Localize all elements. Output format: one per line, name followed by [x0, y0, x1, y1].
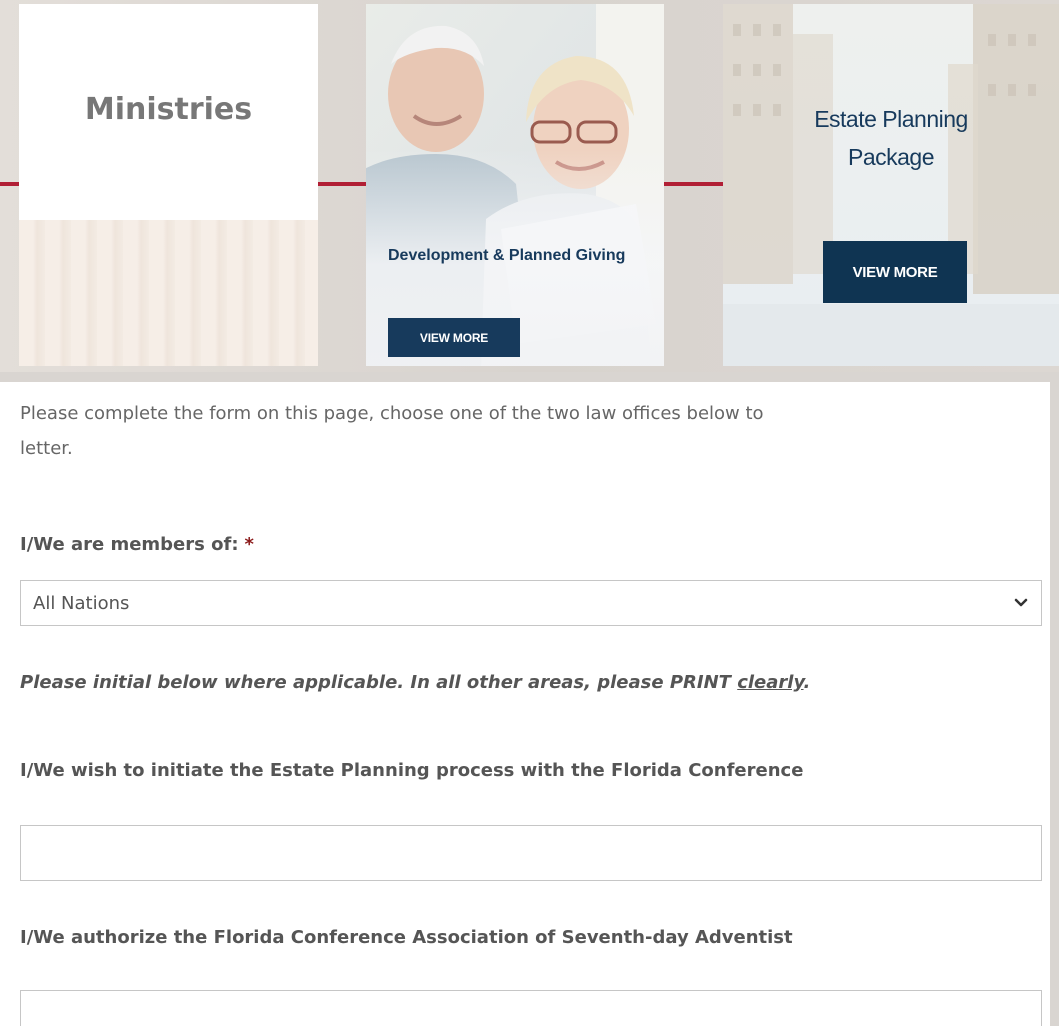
- note-text: Please initial below where applicable. I…: [20, 672, 738, 693]
- form-intro-line1: Please complete the form on this page, c…: [20, 403, 764, 424]
- divider-line: [0, 182, 19, 186]
- planned-giving-card[interactable]: Development & Planned Giving VIEW MORE: [366, 4, 664, 366]
- form-intro-line2: letter.: [20, 438, 73, 459]
- authorize-input[interactable]: [20, 990, 1042, 1026]
- authorize-label: I/We authorize the Florida Conference As…: [20, 927, 793, 948]
- initiate-label: I/We wish to initiate the Estate Plannin…: [20, 760, 804, 781]
- divider-line: [664, 182, 723, 186]
- card-background-image: [19, 220, 318, 366]
- note-emphasis: clearly: [737, 672, 804, 693]
- estate-planning-view-more-button[interactable]: VIEW MORE: [823, 241, 967, 303]
- estate-planning-title-line2: Package: [847, 144, 935, 170]
- form-instruction-note: Please initial below where applicable. I…: [20, 672, 810, 693]
- city-street-photo: [723, 4, 1059, 366]
- planned-giving-view-more-button[interactable]: VIEW MORE: [388, 318, 520, 357]
- photo-overlay: [366, 4, 664, 366]
- ministries-card[interactable]: Ministries: [19, 4, 318, 366]
- members-label-text: I/We are members of:: [20, 534, 239, 555]
- members-select-value: All Nations: [33, 592, 130, 614]
- ministries-title: Ministries: [84, 92, 253, 127]
- chevron-down-icon: [1014, 598, 1028, 607]
- members-label: I/We are members of: *: [20, 534, 254, 555]
- initiate-input[interactable]: [20, 825, 1042, 881]
- required-asterisk: *: [244, 534, 254, 555]
- estate-planning-title-line1: Estate Planning: [814, 106, 968, 132]
- note-period: .: [803, 672, 811, 693]
- planned-giving-title: Development & Planned Giving: [388, 247, 626, 264]
- form-intro: Please complete the form on this page, c…: [20, 396, 1050, 466]
- divider-line: [318, 182, 366, 186]
- estate-planning-title: Estate Planning Package: [785, 100, 997, 176]
- estate-planning-form: Please complete the form on this page, c…: [0, 382, 1050, 1026]
- members-select[interactable]: All Nations: [20, 580, 1042, 626]
- estate-planning-card[interactable]: Estate Planning Package VIEW MORE: [723, 4, 1059, 366]
